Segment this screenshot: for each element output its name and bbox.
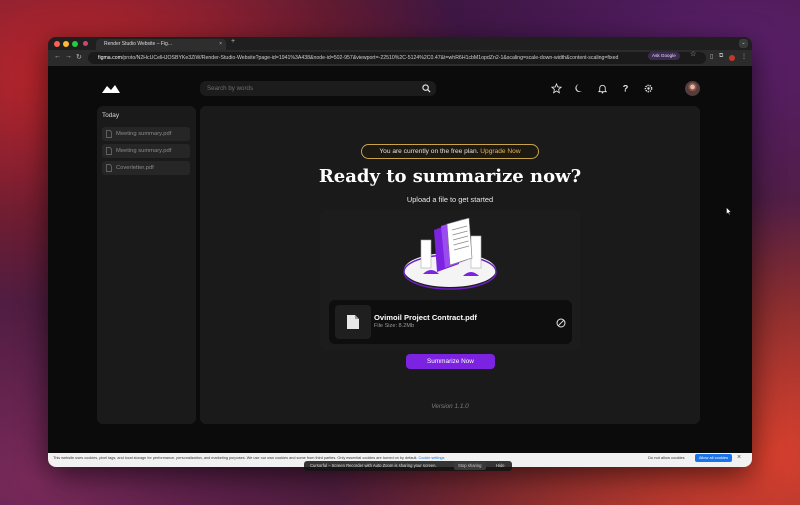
cookie-settings-link[interactable]: Cookie settings <box>418 456 444 460</box>
sidebar-item-label: Meeting summary.pdf <box>116 131 172 137</box>
forward-icon[interactable]: → <box>65 53 72 60</box>
page-title: Ready to summarize now? <box>318 166 582 187</box>
sidebar-item-label: Meeting summary.pdf <box>116 148 172 154</box>
gear-icon[interactable] <box>643 83 654 94</box>
back-icon[interactable]: ← <box>54 53 61 60</box>
tab-search-icon[interactable]: ⌄ <box>739 39 748 48</box>
svg-text:?: ? <box>623 84 629 94</box>
url-field[interactable]: figma.com/proto/N2HcUCelHJOSBYKe3ZiW/Ren… <box>88 52 706 64</box>
new-tab-button[interactable]: + <box>231 38 235 45</box>
minimize-window-button[interactable] <box>63 41 69 47</box>
bookmark-star-icon[interactable]: ☆ <box>690 50 696 58</box>
summarize-now-button[interactable]: Summarize Now <box>406 354 495 369</box>
help-icon[interactable]: ? <box>620 83 631 94</box>
screen-share-notice: Cursorful – Screen Recorder with Auto Zo… <box>304 461 512 471</box>
documents-illustration-icon <box>403 218 497 290</box>
mouse-cursor-icon <box>726 207 732 215</box>
uploaded-file-row: Ovimoil Project Contract.pdf File Size: … <box>329 300 572 344</box>
moon-icon[interactable] <box>574 83 585 94</box>
search-placeholder: Search by words <box>207 85 254 92</box>
history-sidebar: Today Meeting summary.pdf Meeting summar… <box>97 106 196 424</box>
star-icon[interactable] <box>551 83 562 94</box>
deny-cookies-button[interactable]: Do not allow cookies <box>648 455 685 461</box>
plan-text: You are currently on the free plan. <box>379 148 479 155</box>
extension-red-icon[interactable] <box>729 55 735 61</box>
free-plan-banner: You are currently on the free plan. Upgr… <box>361 144 539 159</box>
bell-icon[interactable] <box>597 83 608 94</box>
url-host: figma.com <box>98 55 122 61</box>
search-icon[interactable] <box>422 84 431 93</box>
tab-render-studio[interactable]: Render Studio Website – Fig... × <box>96 39 226 50</box>
file-name: Ovimoil Project Contract.pdf <box>374 313 477 322</box>
file-thumbnail <box>335 305 371 339</box>
document-icon <box>347 315 359 329</box>
close-icon[interactable]: × <box>737 453 741 463</box>
document-icon <box>106 164 112 172</box>
allow-cookies-button[interactable]: Allow all cookies <box>695 454 732 462</box>
tab-close-icon[interactable]: × <box>219 39 222 50</box>
close-window-button[interactable] <box>54 41 60 47</box>
upgrade-now-link[interactable]: Upgrade Now <box>480 148 520 155</box>
document-icon <box>106 147 112 155</box>
file-size: File Size: 8.2Mb <box>374 323 415 329</box>
sidebar-item-coverletter[interactable]: Coverletter.pdf <box>102 161 190 175</box>
browser-window: Render Studio Website – Fig... × + ⌄ ← →… <box>48 37 752 467</box>
main-panel: You are currently on the free plan. Upgr… <box>200 106 732 424</box>
sidebar-item-meeting-summary-1[interactable]: Meeting summary.pdf <box>102 127 190 141</box>
extensions-icon[interactable]: ⧉ <box>719 53 723 60</box>
tab-bar: Render Studio Website – Fig... × + ⌄ <box>48 37 752 50</box>
tab-title: Render Studio Website – Fig... <box>104 41 172 47</box>
browser-menu-icon[interactable]: ⋮ <box>741 53 747 60</box>
profile-dot-icon[interactable] <box>83 41 88 46</box>
reload-icon[interactable]: ↻ <box>76 53 82 61</box>
sidebar-panel-icon[interactable]: ▯ <box>710 53 713 60</box>
page-subtitle: Upload a file to get started <box>406 195 494 204</box>
screen-share-text: Cursorful – Screen Recorder with Auto Zo… <box>310 463 437 468</box>
stop-sharing-button[interactable]: Stop sharing <box>454 462 486 470</box>
avatar[interactable] <box>685 81 700 96</box>
url-path: /proto/N2HcUCelHJOSBYKe3ZiW/Render-Studi… <box>121 55 619 61</box>
search-input[interactable]: Search by words <box>200 81 436 96</box>
sidebar-item-label: Coverletter.pdf <box>116 165 154 171</box>
remove-file-icon[interactable] <box>556 318 566 328</box>
document-icon <box>106 130 112 138</box>
ask-google-button[interactable]: Ask Google <box>648 52 680 60</box>
app-page: Search by words ? Today Meeting summary.… <box>48 66 752 453</box>
hide-button[interactable]: Hide <box>496 461 505 471</box>
address-bar: ← → ↻ figma.com/proto/N2HcUCelHJOSBYKe3Z… <box>48 50 752 66</box>
sidebar-item-meeting-summary-2[interactable]: Meeting summary.pdf <box>102 144 190 158</box>
maximize-window-button[interactable] <box>72 41 78 47</box>
cookie-message: This website uses cookies, pixel tags, a… <box>53 456 418 460</box>
sidebar-title: Today <box>102 112 120 119</box>
version-label: Version 1.1.0 <box>431 403 469 410</box>
app-logo-icon[interactable] <box>102 84 120 94</box>
